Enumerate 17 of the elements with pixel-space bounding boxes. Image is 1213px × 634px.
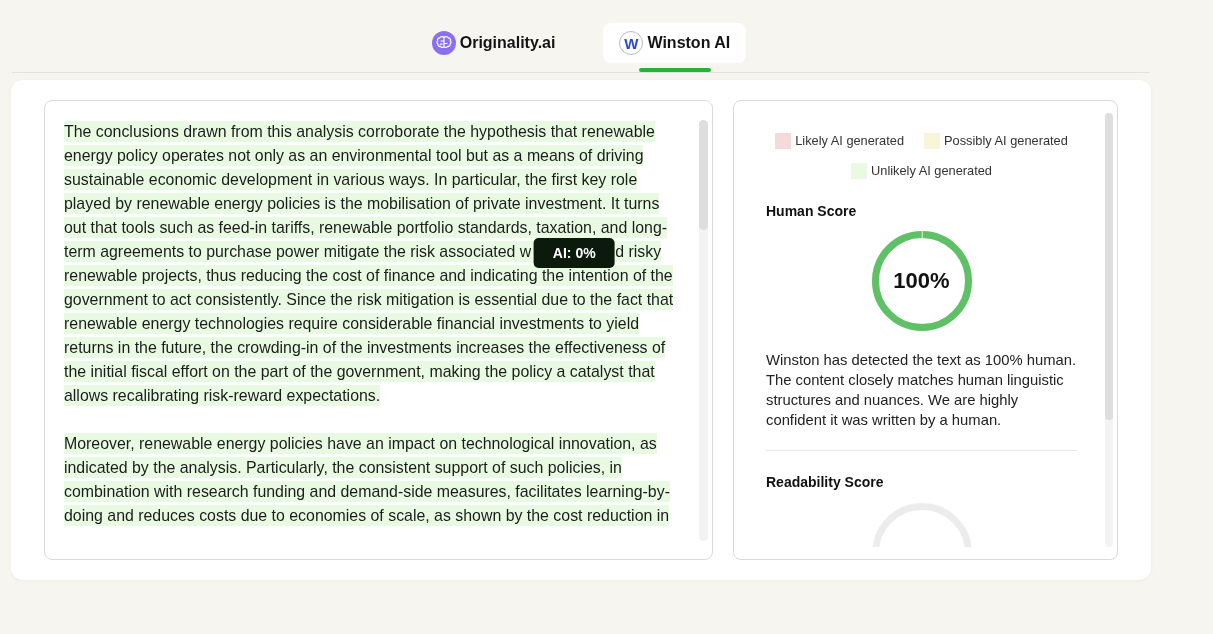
paragraph-text: Moreover, renewable energy policies have an impact on technological innovation, as indicated by the analysis. Particularly, the consistent support of such policies, in combination with research funding and demand-side measures, facilitates learning-by-doing and reduces costs due to economies of scale, as shown by the cost reduction in bbox=[64, 432, 671, 528]
legend-label: Likely AI generated bbox=[795, 133, 905, 149]
score-description: Winston has detected the text as 100% human. The content closely matches human linguistic structures and nuances. We are highly confident it was written by a human. bbox=[766, 351, 1077, 430]
tab[interactable]: W Winston AI bbox=[603, 23, 747, 63]
scrollbar[interactable] bbox=[699, 120, 708, 541]
scrollbar-thumb[interactable] bbox=[1105, 113, 1113, 420]
scrollbar[interactable] bbox=[1105, 113, 1113, 547]
tab[interactable]: Originality.ai bbox=[415, 23, 572, 63]
legend-label: Unlikely AI generated bbox=[871, 163, 992, 179]
score-title: Readability Score bbox=[766, 474, 885, 490]
brain-icon bbox=[431, 31, 456, 55]
scrollbar-thumb[interactable] bbox=[699, 120, 708, 230]
score-value: 100% bbox=[893, 268, 950, 294]
ai-score-tooltip: AI: 0% bbox=[533, 238, 615, 268]
legend-label: Possibly AI generated bbox=[944, 133, 1068, 149]
logo-icon: W bbox=[619, 31, 644, 55]
score-title: Human Score bbox=[766, 203, 858, 219]
